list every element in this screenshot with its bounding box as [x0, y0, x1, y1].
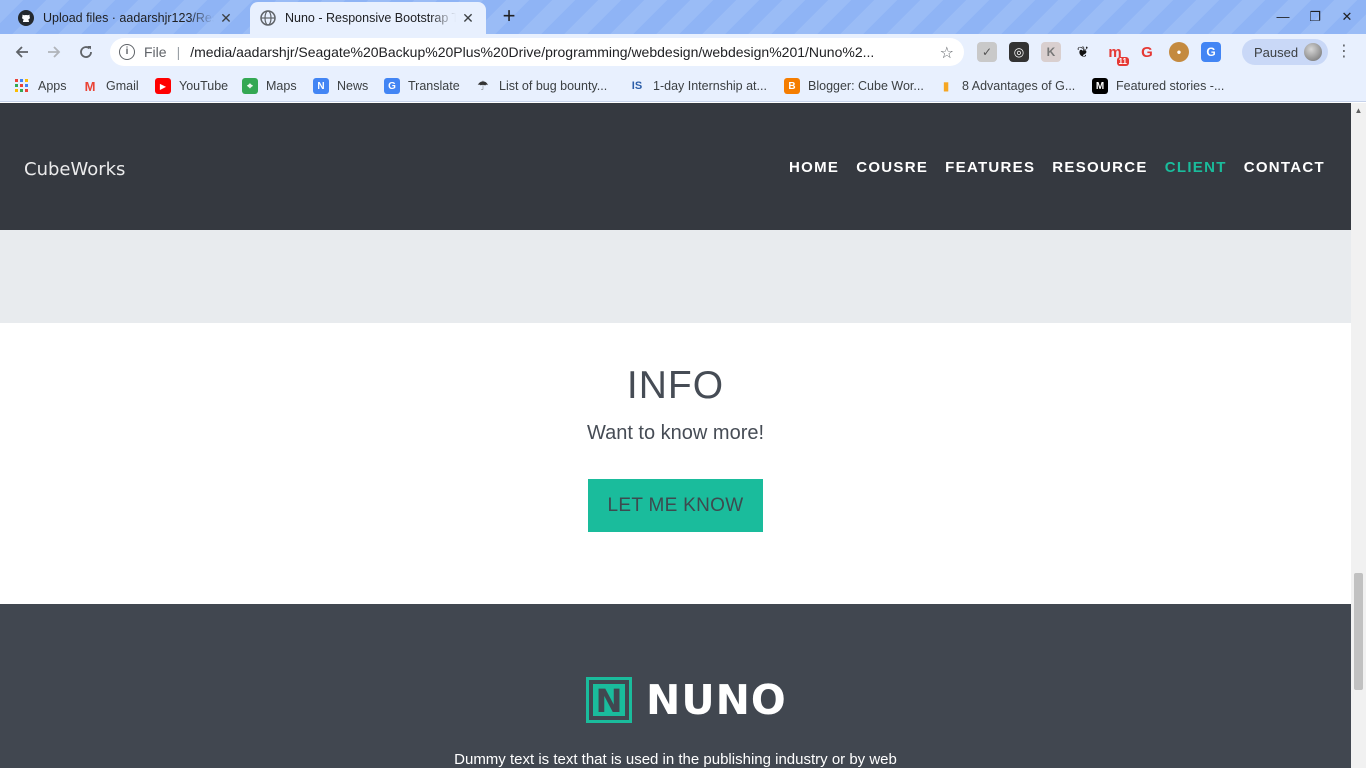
- bookmark-gmail[interactable]: M Gmail: [82, 76, 139, 96]
- medium-icon: M: [1092, 78, 1108, 94]
- tab-nuno[interactable]: Nuno - Responsive Bootstrap T ✕: [250, 2, 486, 34]
- tab-upload-files[interactable]: Upload files · aadarshjr123/Res ✕: [8, 2, 244, 34]
- scrollbar-thumb[interactable]: [1354, 573, 1363, 690]
- bookmark-label: List of bug bounty...: [499, 79, 608, 93]
- logo-word: NUNO: [646, 676, 787, 724]
- translate-icon: G: [384, 78, 400, 94]
- bookmark-label: News: [337, 79, 369, 93]
- bookmark-label: Translate: [408, 79, 460, 93]
- reload-icon[interactable]: [74, 40, 98, 64]
- grammarly-icon[interactable]: G: [1137, 42, 1157, 62]
- nav-contact[interactable]: CONTACT: [1244, 159, 1325, 176]
- footer-text: Dummy text is text that is used in the p…: [454, 751, 897, 768]
- extension-badge-icon[interactable]: m 11: [1105, 42, 1129, 66]
- restore-icon[interactable]: ❐: [1305, 7, 1325, 27]
- close-tab-icon[interactable]: ✕: [218, 10, 234, 26]
- google-translate-icon[interactable]: G: [1201, 42, 1221, 62]
- nav-links: HOME COUSRE FEATURES RESOURCE CLIENT CON…: [772, 159, 1325, 176]
- profile-status: Paused: [1254, 44, 1299, 60]
- chart-icon: ▮: [942, 79, 950, 93]
- bookmarks-bar: Apps M Gmail ▶ YouTube ⌖ Maps N News G T…: [0, 70, 1366, 102]
- extension-icon[interactable]: ✓: [977, 42, 997, 62]
- site-navbar: CubeWorks HOME COUSRE FEATURES RESOURCE …: [0, 103, 1351, 230]
- bookmark-label: YouTube: [179, 79, 229, 93]
- bookmark-label: Apps: [38, 79, 67, 93]
- browser-toolbar: i File | /media/aadarshjr/Seagate%20Back…: [0, 34, 1366, 70]
- kebab-menu-icon[interactable]: ⋮: [1336, 42, 1352, 62]
- address-bar[interactable]: i File | /media/aadarshjr/Seagate%20Back…: [110, 38, 964, 66]
- tab-title: Nuno - Responsive Bootstrap T: [285, 11, 456, 25]
- blogger-icon: B: [784, 78, 800, 94]
- gmail-icon: M: [84, 78, 96, 94]
- globe-icon: [260, 10, 276, 26]
- extension-icon[interactable]: ◎: [1009, 42, 1029, 62]
- github-icon: [18, 10, 34, 26]
- bookmark-featured-stories[interactable]: M Featured stories -...: [1092, 76, 1224, 96]
- bookmark-label: Maps: [266, 79, 297, 93]
- forward-icon[interactable]: [42, 40, 66, 64]
- bookmark-label: Gmail: [106, 79, 139, 93]
- site-footer: N NUNO Dummy text is text that is used i…: [0, 604, 1351, 768]
- back-icon[interactable]: [10, 40, 34, 64]
- bookmark-news[interactable]: N News: [313, 76, 368, 96]
- bookmark-advantages[interactable]: ▮ 8 Advantages of G...: [938, 76, 1076, 96]
- url-separator: |: [176, 44, 181, 60]
- grey-section: [0, 230, 1351, 323]
- close-tab-icon[interactable]: ✕: [460, 10, 476, 26]
- bookmark-label: Blogger: Cube Wor...: [808, 79, 924, 93]
- logo-letter: N: [593, 684, 625, 718]
- logo-mark-icon: N: [586, 677, 632, 723]
- bookmark-label: 8 Advantages of G...: [962, 79, 1076, 93]
- url-scheme: File: [144, 44, 167, 60]
- bookmark-youtube[interactable]: ▶ YouTube: [155, 76, 228, 96]
- bookmark-label: 1-day Internship at...: [653, 79, 767, 93]
- minimize-icon[interactable]: —: [1273, 7, 1293, 27]
- bug-icon: ☂: [477, 78, 489, 93]
- cookie-icon[interactable]: •: [1169, 42, 1189, 62]
- nav-client[interactable]: CLIENT: [1165, 159, 1227, 176]
- nav-course[interactable]: COUSRE: [856, 159, 928, 176]
- bookmark-star-icon[interactable]: ☆: [940, 43, 954, 63]
- info-title: INFO: [626, 364, 725, 407]
- extension-icon[interactable]: K: [1041, 42, 1061, 62]
- bookmark-bug-bounty[interactable]: ☂ List of bug bounty...: [475, 76, 607, 96]
- url-text[interactable]: /media/aadarshjr/Seagate%20Backup%20Plus…: [190, 44, 930, 60]
- nuno-logo[interactable]: N NUNO: [586, 676, 787, 724]
- bookmark-label: Featured stories -...: [1116, 79, 1225, 93]
- tab-title: Upload files · aadarshjr123/Res: [43, 11, 214, 25]
- nav-features[interactable]: FEATURES: [945, 159, 1035, 176]
- bookmark-translate[interactable]: G Translate: [384, 76, 460, 96]
- maps-icon: ⌖: [242, 78, 258, 94]
- page-scrollbar[interactable]: ▲: [1351, 103, 1366, 768]
- profile-button[interactable]: Paused: [1242, 39, 1328, 65]
- bookmark-internship[interactable]: IS 1-day Internship at...: [629, 76, 767, 96]
- avatar: [1304, 43, 1322, 61]
- site-info-icon[interactable]: i: [119, 44, 135, 60]
- page-viewport: CubeWorks HOME COUSRE FEATURES RESOURCE …: [0, 103, 1351, 768]
- is-icon: IS: [631, 80, 643, 92]
- new-tab-button[interactable]: +: [498, 5, 520, 28]
- apps-grid-icon: [14, 78, 30, 94]
- bookmark-maps[interactable]: ⌖ Maps: [242, 76, 297, 96]
- extension-badge-count: 11: [1116, 57, 1129, 66]
- scroll-up-icon[interactable]: ▲: [1354, 106, 1363, 115]
- bookmark-apps[interactable]: Apps: [14, 76, 67, 96]
- browser-window: Upload files · aadarshjr123/Res ✕ Nuno -…: [0, 0, 1366, 768]
- let-me-know-button[interactable]: LET ME KNOW: [588, 479, 763, 532]
- tab-strip: Upload files · aadarshjr123/Res ✕ Nuno -…: [0, 0, 1366, 34]
- gnome-foot-icon[interactable]: ❦: [1073, 42, 1093, 62]
- site-brand[interactable]: CubeWorks: [24, 159, 125, 180]
- info-subtitle: Want to know more!: [586, 422, 765, 444]
- nav-home[interactable]: HOME: [789, 159, 839, 176]
- bookmark-blogger[interactable]: B Blogger: Cube Wor...: [784, 76, 924, 96]
- nav-resource[interactable]: RESOURCE: [1052, 159, 1147, 176]
- youtube-icon: ▶: [155, 78, 171, 94]
- news-icon: N: [313, 78, 329, 94]
- info-section: INFO Want to know more! LET ME KNOW: [0, 323, 1351, 604]
- close-window-icon[interactable]: ✕: [1337, 7, 1357, 27]
